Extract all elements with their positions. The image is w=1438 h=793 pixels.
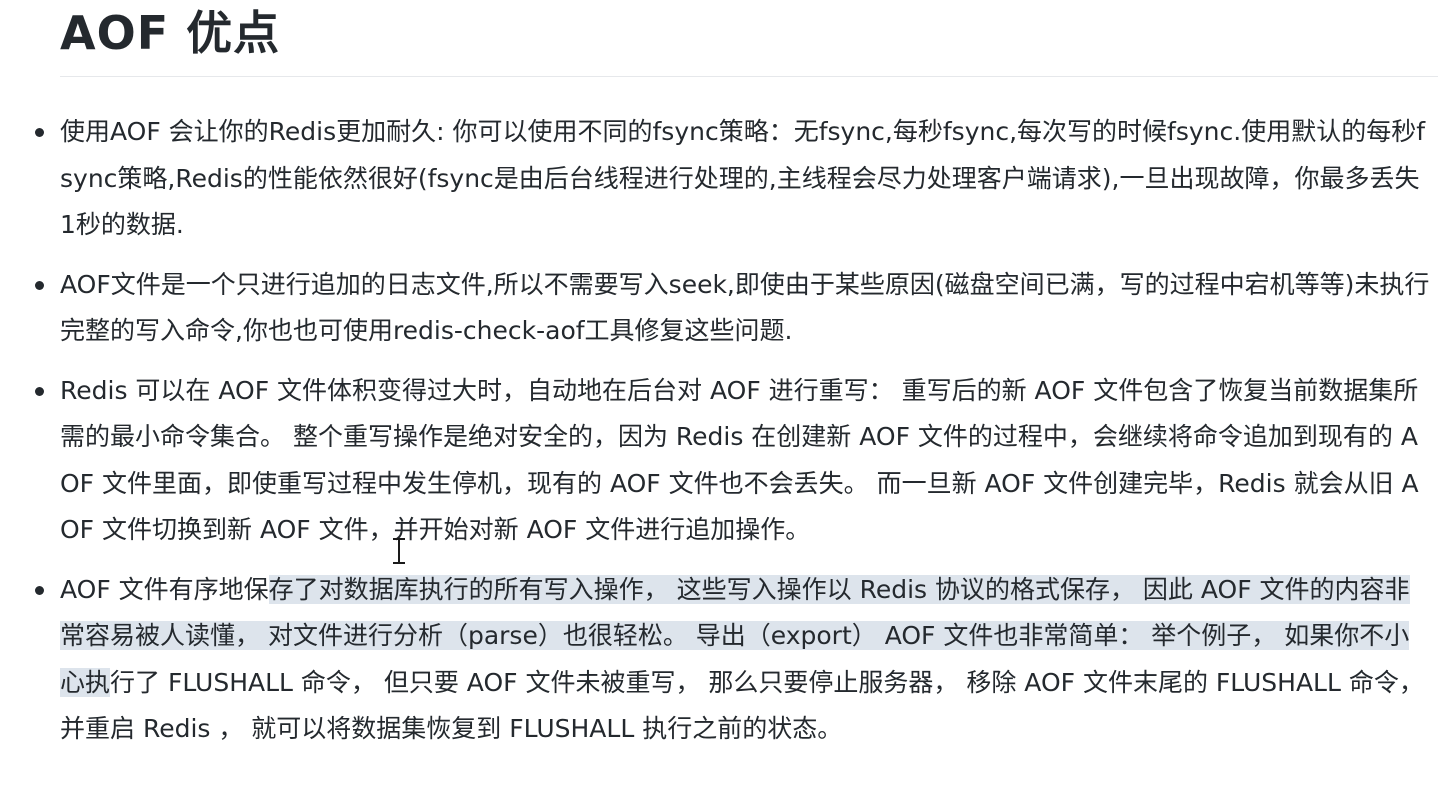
list-item-text: AOF文件是一个只进行追加的日志文件,所以不需要写入seek,即使由于某些原因(… xyxy=(60,269,1430,346)
list-item-text: 使用AOF 会让你的Redis更加耐久: 你可以使用不同的fsync策略：无fs… xyxy=(60,117,1425,239)
page-title: AOF 优点 xyxy=(60,0,1438,77)
list-item: AOF文件是一个只进行追加的日志文件,所以不需要写入seek,即使由于某些原因(… xyxy=(35,262,1438,355)
list-item: Redis 可以在 AOF 文件体积变得过大时，自动地在后台对 AOF 进行重写… xyxy=(35,368,1438,554)
list-item-text: AOF 文件有序地保 xyxy=(60,574,269,604)
advantages-list: 使用AOF 会让你的Redis更加耐久: 你可以使用不同的fsync策略：无fs… xyxy=(35,109,1438,753)
list-item-text: Redis 可以在 AOF 文件体积变得过大时，自动地在后台对 AOF 进行重写… xyxy=(60,375,1419,545)
list-item: 使用AOF 会让你的Redis更加耐久: 你可以使用不同的fsync策略：无fs… xyxy=(35,109,1438,249)
document-body: AOF 优点 使用AOF 会让你的Redis更加耐久: 你可以使用不同的fsyn… xyxy=(35,0,1438,766)
list-item: AOF 文件有序地保存了对数据库执行的所有写入操作， 这些写入操作以 Redis… xyxy=(35,567,1438,753)
list-item-text: 行了 FLUSHALL 命令， 但只要 AOF 文件未被重写， 那么只要停止服务… xyxy=(60,667,1424,744)
text-cursor-icon xyxy=(393,538,405,564)
